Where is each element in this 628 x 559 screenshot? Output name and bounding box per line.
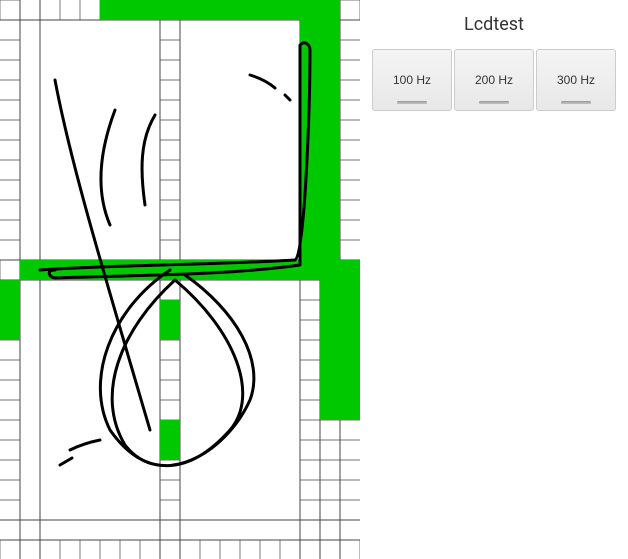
control-panel: Lcdtest 100 Hz 200 Hz 300 Hz (360, 0, 628, 559)
app-container: Lcdtest 100 Hz 200 Hz 300 Hz (0, 0, 628, 559)
touch-test-panel[interactable] (0, 0, 360, 559)
hz-200-button[interactable]: 200 Hz (454, 49, 534, 111)
touch-test-canvas[interactable] (0, 0, 360, 559)
frequency-buttons: 100 Hz 200 Hz 300 Hz (372, 49, 616, 111)
hz-100-button[interactable]: 100 Hz (372, 49, 452, 111)
app-title: Lcdtest (464, 14, 524, 35)
hz-300-button[interactable]: 300 Hz (536, 49, 616, 111)
